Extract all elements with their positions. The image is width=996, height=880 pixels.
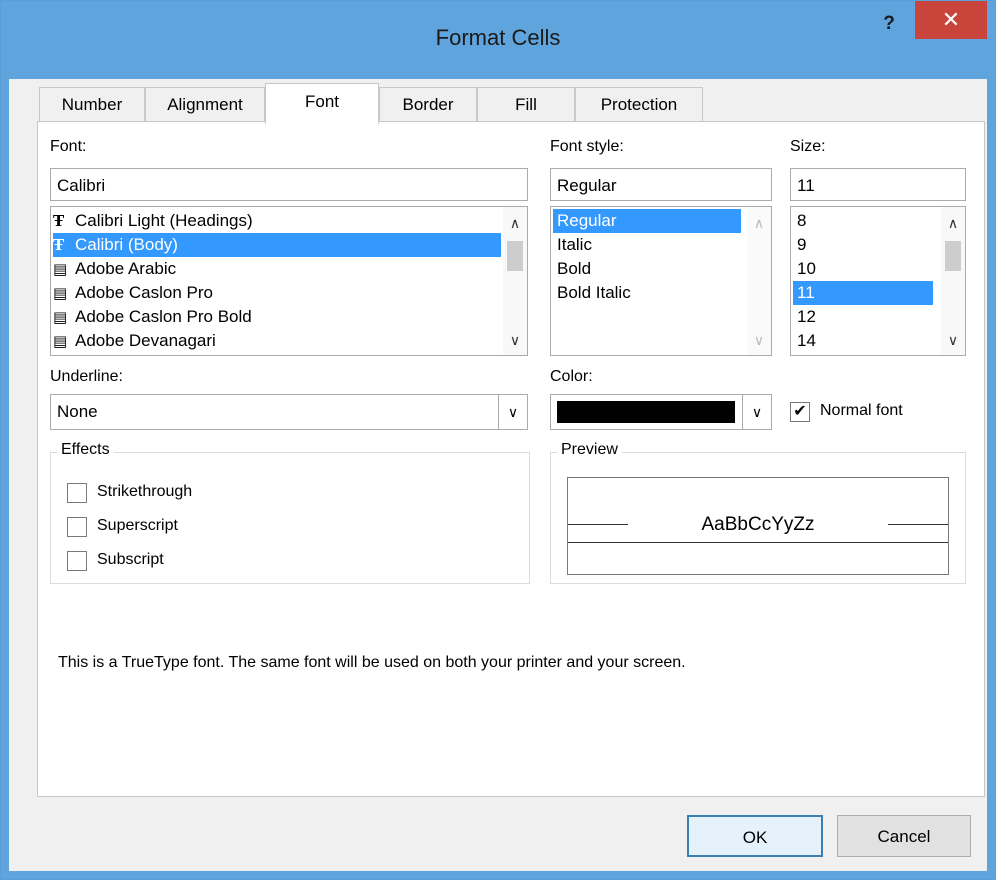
font-list-scrollbar[interactable]: ∧ ∨	[503, 207, 527, 355]
font-style-input[interactable]: Regular	[550, 168, 772, 201]
list-item[interactable]: ▤ Adobe Devanagari	[53, 329, 501, 353]
font-list[interactable]: Ŧ Calibri Light (Headings) Ŧ Calibri (Body…	[50, 206, 528, 356]
scroll-down-icon[interactable]: ∨	[747, 332, 771, 349]
opentype-icon: ▤	[53, 260, 68, 278]
underline-label: Underline:	[50, 368, 123, 385]
normal-font-checkbox[interactable]: ✔	[790, 402, 810, 422]
list-item[interactable]: ▤ Adobe Caslon Pro Bold	[53, 305, 501, 329]
list-item[interactable]: Ŧ Calibri (Body)	[53, 233, 501, 257]
list-item[interactable]: Bold	[553, 257, 591, 281]
tab-border[interactable]: Border	[379, 87, 477, 122]
strikethrough-checkbox[interactable]	[67, 483, 87, 503]
list-item[interactable]: Italic	[553, 233, 592, 257]
list-item-label: Adobe Caslon Pro	[75, 283, 213, 302]
font-label: Font:	[50, 138, 87, 155]
scroll-thumb[interactable]	[507, 241, 523, 271]
title-bar[interactable]: Format Cells ? ✕	[1, 1, 995, 79]
scroll-up-icon[interactable]: ∧	[503, 215, 527, 232]
font-tab-panel: Font: Calibri Ŧ Calibri Light (Headings) …	[37, 121, 985, 797]
ok-button[interactable]: OK	[687, 815, 823, 857]
size-input[interactable]: 11	[790, 168, 966, 201]
format-cells-dialog: Format Cells ? ✕ Number Alignment Font B…	[0, 0, 996, 880]
font-style-label: Font style:	[550, 138, 624, 155]
color-swatch	[557, 401, 735, 423]
effects-group: Effects Strikethrough Superscript Subscr…	[50, 441, 530, 584]
list-item[interactable]: Ŧ Calibri Light (Headings)	[53, 209, 501, 233]
help-button[interactable]: ?	[871, 9, 907, 39]
list-item-label: Adobe Caslon Pro Bold	[75, 307, 252, 326]
cancel-button[interactable]: Cancel	[837, 815, 971, 857]
font-info-text: This is a TrueType font. The same font w…	[58, 654, 686, 671]
size-label: Size:	[790, 138, 826, 155]
scroll-up-icon[interactable]: ∧	[747, 215, 771, 232]
preview-divider	[568, 542, 948, 543]
preview-sample: AaBbCcYyZz	[701, 514, 815, 535]
color-picker[interactable]: ∨	[550, 394, 772, 430]
list-item[interactable]: 11	[793, 281, 933, 305]
list-item[interactable]: 9	[793, 233, 806, 257]
close-button[interactable]: ✕	[915, 1, 987, 39]
superscript-checkbox[interactable]	[67, 517, 87, 537]
list-item-label: Adobe Devanagari	[75, 331, 216, 350]
normal-font-label[interactable]: Normal font	[820, 402, 903, 420]
truetype-icon: Ŧ	[53, 212, 65, 230]
list-item-label: Calibri (Body)	[75, 235, 178, 254]
scroll-down-icon[interactable]: ∨	[941, 332, 965, 349]
font-input[interactable]: Calibri	[50, 168, 528, 201]
scroll-thumb[interactable]	[945, 241, 961, 271]
size-list[interactable]: 8 9 10 11 12 14 ∧ ∨	[790, 206, 966, 356]
list-item[interactable]: 14	[793, 329, 816, 353]
subscript-checkbox[interactable]	[67, 551, 87, 571]
list-item-label: Adobe Arabic	[75, 259, 177, 278]
effects-title: Effects	[57, 441, 114, 459]
font-style-list[interactable]: Regular Italic Bold Bold Italic ∧ ∨	[550, 206, 772, 356]
list-item[interactable]: Regular	[553, 209, 741, 233]
strikethrough-label[interactable]: Strikethrough	[97, 483, 192, 501]
dialog-body: Number Alignment Font Border Fill Protec…	[9, 79, 987, 871]
tab-alignment[interactable]: Alignment	[145, 87, 265, 122]
scroll-down-icon[interactable]: ∨	[503, 332, 527, 349]
size-list-scrollbar[interactable]: ∧ ∨	[941, 207, 965, 355]
color-label: Color:	[550, 368, 593, 385]
list-item[interactable]: ▤ Adobe Arabic	[53, 257, 501, 281]
list-item-label: Calibri Light (Headings)	[75, 211, 253, 230]
tab-fill[interactable]: Fill	[477, 87, 575, 122]
tab-number[interactable]: Number	[39, 87, 145, 122]
opentype-icon: ▤	[53, 332, 68, 350]
underline-value: None	[57, 402, 98, 421]
list-item[interactable]: 12	[793, 305, 816, 329]
list-item[interactable]: Bold Italic	[553, 281, 631, 305]
list-item[interactable]: ▤ Adobe Caslon Pro	[53, 281, 501, 305]
chevron-down-icon[interactable]: ∨	[498, 395, 527, 429]
subscript-label[interactable]: Subscript	[97, 551, 164, 569]
list-item[interactable]: 8	[793, 209, 806, 233]
tab-protection[interactable]: Protection	[575, 87, 703, 122]
scroll-up-icon[interactable]: ∧	[941, 215, 965, 232]
preview-box: AaBbCcYyZz	[567, 477, 949, 575]
preview-group: Preview AaBbCcYyZz	[550, 441, 966, 584]
superscript-label[interactable]: Superscript	[97, 517, 178, 535]
font-style-scrollbar[interactable]: ∧ ∨	[747, 207, 771, 355]
preview-title: Preview	[557, 441, 622, 459]
list-item[interactable]: 10	[793, 257, 816, 281]
opentype-icon: ▤	[53, 308, 68, 326]
underline-select[interactable]: None ∨	[50, 394, 528, 430]
truetype-icon: Ŧ	[53, 236, 65, 254]
chevron-down-icon[interactable]: ∨	[742, 395, 771, 429]
dialog-title: Format Cells	[435, 25, 561, 50]
opentype-icon: ▤	[53, 284, 68, 302]
tab-font[interactable]: Font	[265, 83, 379, 124]
